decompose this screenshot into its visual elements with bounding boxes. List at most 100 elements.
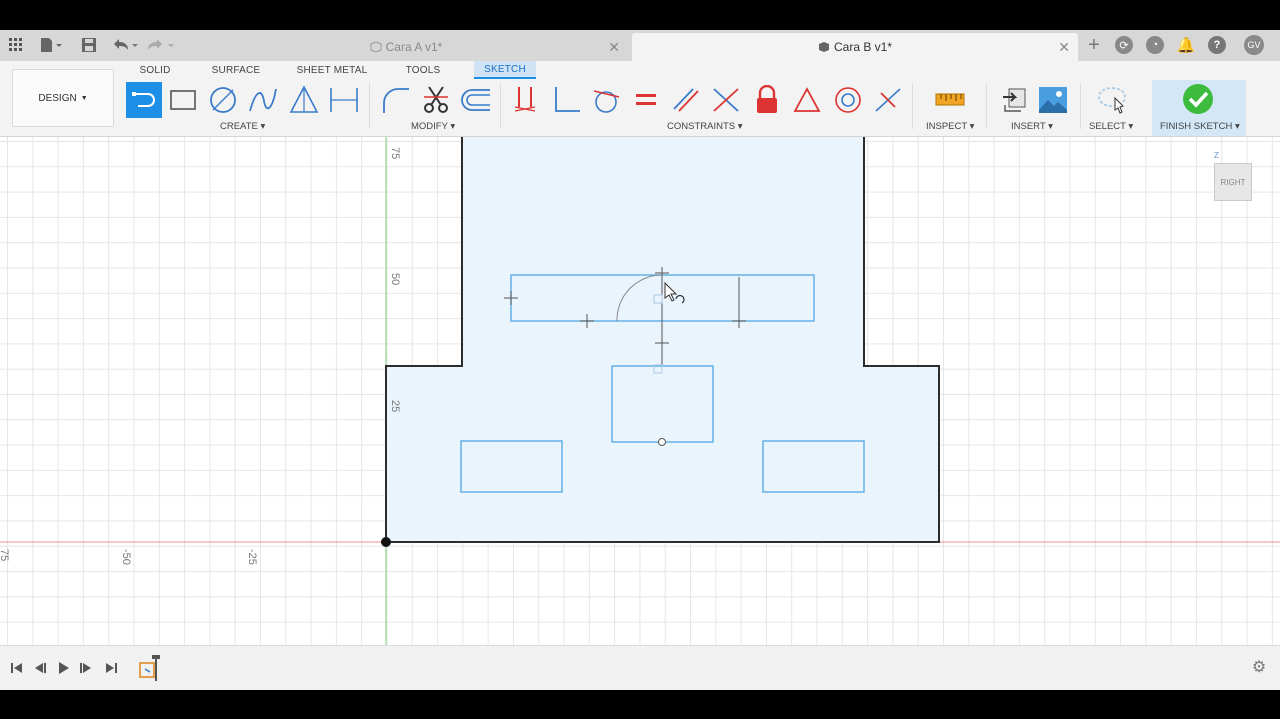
collinear-constraint-button[interactable] xyxy=(708,82,744,118)
step-forward-icon[interactable] xyxy=(78,660,94,676)
select-lasso-icon xyxy=(1098,87,1126,114)
timeline-sketch-feature-icon[interactable] xyxy=(138,655,162,681)
perpendicular-icon xyxy=(555,87,580,112)
equal-constraint-button[interactable] xyxy=(628,82,664,118)
ruler-icon xyxy=(935,93,965,106)
select-label: SELECT xyxy=(1089,121,1126,132)
component-icon xyxy=(370,41,382,53)
play-icon[interactable] xyxy=(55,660,71,676)
constraints-group-label[interactable]: CONSTRAINTS ▾ xyxy=(667,121,743,132)
trim-tool-button[interactable] xyxy=(418,82,454,118)
axis-label-75: 75 xyxy=(389,147,401,160)
circle-tool-button[interactable] xyxy=(205,82,241,118)
redo-icon[interactable] xyxy=(146,35,176,55)
modify-group-label[interactable]: MODIFY ▾ xyxy=(411,121,455,132)
step-back-icon[interactable] xyxy=(32,660,48,676)
axis-label-25: 25 xyxy=(389,400,401,413)
workspace-switcher[interactable]: DESIGN ▼ xyxy=(12,69,114,127)
tab-sketch[interactable]: SKETCH xyxy=(474,61,536,79)
close-icon[interactable]: ✕ xyxy=(608,39,620,56)
app-grid-icon[interactable] xyxy=(6,35,26,55)
rectangle-tool-button[interactable] xyxy=(165,82,201,118)
spline-tool-button[interactable] xyxy=(245,82,281,118)
go-to-start-icon[interactable] xyxy=(9,660,25,676)
close-icon[interactable]: ✕ xyxy=(1058,39,1070,56)
tab-cara-a[interactable]: Cara A v1* ✕ xyxy=(184,33,628,61)
insert-group-label[interactable]: INSERT ▾ xyxy=(1011,121,1053,132)
tab-label: Cara B v1* xyxy=(833,40,893,54)
sketch-drawing xyxy=(0,137,1280,645)
image-icon xyxy=(1039,87,1067,113)
create-label: CREATE xyxy=(220,121,258,132)
fix-constraint-button[interactable] xyxy=(508,82,544,118)
dimension-icon xyxy=(330,88,358,112)
tab-cara-b[interactable]: Cara B v1* ✕ xyxy=(632,33,1078,61)
create-group-label[interactable]: CREATE ▾ xyxy=(220,121,265,132)
axis-label-50: 50 xyxy=(389,273,401,286)
group-divider xyxy=(986,83,987,129)
component-icon xyxy=(818,42,829,52)
fix-icon xyxy=(514,87,536,112)
fusion-app-window: Cara A v1* ✕ Cara B v1* ✕ + ⟳ ◔ 🔔 ? GV D… xyxy=(0,0,1280,719)
midpoint-icon xyxy=(793,87,821,112)
finish-label: FINISH SKETCH xyxy=(1160,121,1233,132)
viewcube-z-axis: Z xyxy=(1214,151,1219,160)
axis-label-neg25: -25 xyxy=(246,549,258,565)
tab-solid[interactable]: SOLID xyxy=(130,61,180,79)
gear-icon[interactable]: ⚙ xyxy=(1251,659,1267,676)
scissors-icon xyxy=(424,86,448,113)
measure-button[interactable] xyxy=(932,82,968,118)
inspect-label: INSPECT xyxy=(926,121,968,132)
triangle-tool-button[interactable] xyxy=(286,82,322,118)
tangent-icon xyxy=(593,90,620,113)
perpendicular-constraint-button[interactable] xyxy=(548,82,584,118)
insert-derive-icon xyxy=(1003,88,1026,112)
toolbar-ribbon: DESIGN ▼ SOLID SURFACE SHEET METAL TOOLS… xyxy=(0,61,1280,137)
extensions-icon[interactable]: ⟳ xyxy=(1115,36,1133,54)
coincident-icon xyxy=(875,88,901,112)
origin-point[interactable] xyxy=(381,537,391,547)
viewcube-face-label: RIGHT xyxy=(1220,177,1246,187)
new-tab-plus-icon[interactable]: + xyxy=(1084,34,1104,56)
viewcube[interactable]: RIGHT xyxy=(1214,163,1252,201)
help-icon[interactable]: ? xyxy=(1208,36,1226,54)
file-menu-icon[interactable] xyxy=(38,35,64,55)
avatar[interactable]: GV xyxy=(1244,35,1264,55)
tab-tools[interactable]: TOOLS xyxy=(398,61,448,79)
bell-icon[interactable]: 🔔 xyxy=(1177,36,1196,54)
finish-sketch-button[interactable]: FINISH SKETCH ▾ xyxy=(1152,80,1246,136)
parallel-constraint-button[interactable] xyxy=(668,82,704,118)
coincident-constraint-button[interactable] xyxy=(870,82,906,118)
lock-constraint-button[interactable] xyxy=(749,82,785,118)
finish-sketch-label: FINISH SKETCH ▾ xyxy=(1160,121,1240,132)
insert-dxf-button[interactable] xyxy=(996,82,1032,118)
lock-icon xyxy=(757,85,777,113)
sketch-canvas[interactable]: 75 50 25 -50 -25 75 Z RIGHT xyxy=(0,137,1280,645)
save-icon[interactable] xyxy=(80,35,98,55)
go-to-end-icon[interactable] xyxy=(103,660,119,676)
spline-icon xyxy=(249,88,277,112)
chevron-down-icon: ▼ xyxy=(80,94,88,102)
modify-label: MODIFY xyxy=(411,121,448,132)
job-status-icon[interactable]: ◔ xyxy=(1146,36,1164,54)
select-group-label[interactable]: SELECT ▾ xyxy=(1089,121,1133,132)
triangle-icon xyxy=(289,85,319,113)
fillet-icon xyxy=(383,88,409,113)
axis-label-neg75: 75 xyxy=(0,549,10,562)
axis-label-neg50: -50 xyxy=(120,549,132,565)
tab-surface[interactable]: SURFACE xyxy=(206,61,266,79)
midpoint-constraint-button[interactable] xyxy=(789,82,825,118)
point-marker[interactable] xyxy=(658,438,666,446)
select-button[interactable] xyxy=(1094,82,1130,118)
tangent-constraint-button[interactable] xyxy=(588,82,624,118)
checkmark-icon xyxy=(1183,84,1213,114)
line-tool-button[interactable] xyxy=(126,82,162,118)
dimension-tool-button[interactable] xyxy=(326,82,362,118)
concentric-constraint-button[interactable] xyxy=(830,82,866,118)
undo-icon[interactable] xyxy=(110,35,140,55)
insert-canvas-button[interactable] xyxy=(1035,82,1071,118)
offset-tool-button[interactable] xyxy=(458,82,494,118)
tab-sheet-metal[interactable]: SHEET METAL xyxy=(294,61,370,79)
inspect-group-label[interactable]: INSPECT ▾ xyxy=(926,121,974,132)
fillet-tool-button[interactable] xyxy=(378,82,414,118)
